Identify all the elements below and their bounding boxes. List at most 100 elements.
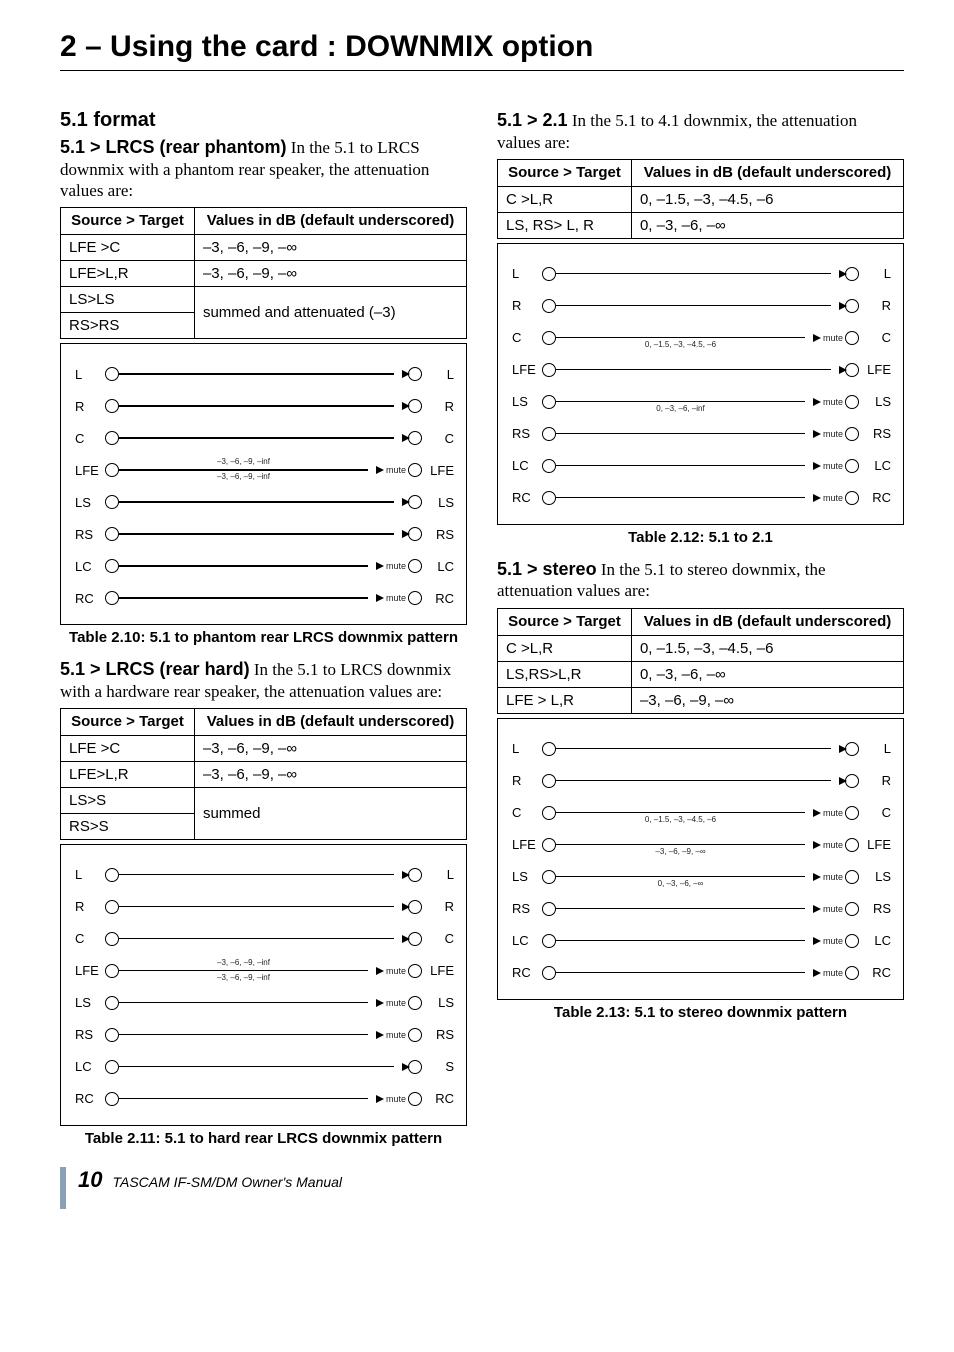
channel-label-left: LC xyxy=(508,933,542,948)
node-icon xyxy=(408,1092,422,1106)
channel-label-left: LFE xyxy=(71,963,105,978)
signal-line xyxy=(119,373,394,374)
table-stereo: Source > Target Values in dB (default un… xyxy=(497,608,904,714)
th-source-target: Source > Target xyxy=(498,159,632,186)
node-icon xyxy=(542,902,556,916)
mute-label: mute xyxy=(382,966,408,976)
attenuation-annotation: –3, –6, –9, –inf xyxy=(119,973,368,982)
signal-line xyxy=(119,405,394,406)
signal-row: LL xyxy=(508,258,893,290)
node-icon xyxy=(845,838,859,852)
th-source-target: Source > Target xyxy=(498,608,632,635)
node-icon xyxy=(408,996,422,1010)
channel-label-right: RC xyxy=(422,591,456,606)
channel-label-right: L xyxy=(859,266,893,281)
node-icon xyxy=(845,395,859,409)
heading-stereo: 5.1 > stereo xyxy=(497,559,597,579)
table-cell: summed xyxy=(194,787,466,839)
section-lrcs-phantom-intro: 5.1 > LRCS (rear phantom) In the 5.1 to … xyxy=(60,136,467,201)
signal-row: LCmuteLC xyxy=(71,550,456,582)
node-icon xyxy=(845,299,859,313)
th-values: Values in dB (default underscored) xyxy=(631,159,903,186)
signal-line xyxy=(556,497,805,498)
signal-row: LL xyxy=(71,859,456,891)
table-cell: –3, –6, –9, –∞ xyxy=(631,687,903,713)
signal-row: LL xyxy=(71,358,456,390)
channel-label-right: L xyxy=(859,741,893,756)
mute-label: mute xyxy=(819,461,845,471)
table-cell: LFE>L,R xyxy=(61,261,195,287)
node-icon xyxy=(105,367,119,381)
channel-label-left: R xyxy=(508,773,542,788)
channel-label-right: RC xyxy=(859,965,893,980)
node-icon xyxy=(105,932,119,946)
channel-label-left: LS xyxy=(71,995,105,1010)
table-cell: C >L,R xyxy=(498,186,632,212)
node-icon xyxy=(542,491,556,505)
table-cell: –3, –6, –9, –∞ xyxy=(194,261,466,287)
mute-label: mute xyxy=(382,561,408,571)
channel-label-left: RC xyxy=(508,965,542,980)
node-icon xyxy=(105,495,119,509)
signal-row: LFE–3, –6, –9, –inf–3, –6, –9, –infmuteL… xyxy=(71,454,456,486)
channel-label-right: LFE xyxy=(422,463,456,478)
th-source-target: Source > Target xyxy=(61,208,195,235)
mute-label: mute xyxy=(819,493,845,503)
node-icon xyxy=(408,1028,422,1042)
mute-label: mute xyxy=(819,936,845,946)
node-icon xyxy=(845,966,859,980)
heading-lrcs-phantom: 5.1 > LRCS (rear phantom) xyxy=(60,137,287,157)
signal-row: RCmuteRC xyxy=(508,482,893,514)
diagram-lrcs-phantom: LL R RC C LFE–3, –6, –9, –inf–3, –6, –9, –in… xyxy=(60,343,467,625)
channel-label-left: LFE xyxy=(508,362,542,377)
mute-label: mute xyxy=(382,1030,408,1040)
channel-label-left: LFE xyxy=(508,837,542,852)
signal-line xyxy=(556,972,805,973)
signal-line xyxy=(119,437,394,438)
node-icon xyxy=(408,900,422,914)
signal-row: RSmuteRS xyxy=(71,1019,456,1051)
signal-line xyxy=(119,1066,394,1067)
node-icon xyxy=(105,996,119,1010)
signal-line xyxy=(119,1002,368,1003)
node-icon xyxy=(408,964,422,978)
table-cell: LS>LS xyxy=(61,287,195,313)
node-icon xyxy=(845,331,859,345)
node-icon xyxy=(408,559,422,573)
signal-line xyxy=(119,597,368,598)
mute-label: mute xyxy=(819,808,845,818)
node-icon xyxy=(105,900,119,914)
node-icon xyxy=(105,591,119,605)
attenuation-annotation: 0, –3, –6, –inf xyxy=(556,404,805,413)
signal-row: LS0, –3, –6, –∞muteLS xyxy=(508,861,893,893)
node-icon xyxy=(542,838,556,852)
signal-row: LSmuteLS xyxy=(71,987,456,1019)
channel-label-right: RC xyxy=(422,1091,456,1106)
channel-label-left: L xyxy=(508,741,542,756)
table-cell: LS, RS> L, R xyxy=(498,212,632,238)
channel-label-left: R xyxy=(71,399,105,414)
channel-label-right: LC xyxy=(422,559,456,574)
table-cell: –3, –6, –9, –∞ xyxy=(194,235,466,261)
channel-label-right: RS xyxy=(859,901,893,916)
signal-line xyxy=(556,433,805,434)
signal-line xyxy=(119,938,394,939)
node-icon xyxy=(542,459,556,473)
heading-lrcs-hard: 5.1 > LRCS (rear hard) xyxy=(60,659,250,679)
mute-label: mute xyxy=(819,968,845,978)
diagram-stereo: LLRRC0, –1.5, –3, –4.5, –6muteCLFE–3, –6… xyxy=(497,718,904,1000)
channel-label-right: LFE xyxy=(859,362,893,377)
node-icon xyxy=(845,774,859,788)
node-icon xyxy=(845,870,859,884)
table-cell: 0, –3, –6, –∞ xyxy=(631,212,903,238)
signal-line xyxy=(556,748,831,749)
signal-line xyxy=(556,465,805,466)
channel-label-right: C xyxy=(422,431,456,446)
page-title: 2 – Using the card : DOWNMIX option xyxy=(60,30,904,71)
signal-line xyxy=(556,273,831,274)
signal-row: LCS xyxy=(71,1051,456,1083)
signal-line xyxy=(119,565,368,566)
node-icon xyxy=(542,267,556,281)
signal-line xyxy=(556,780,831,781)
channel-label-right: LS xyxy=(859,869,893,884)
